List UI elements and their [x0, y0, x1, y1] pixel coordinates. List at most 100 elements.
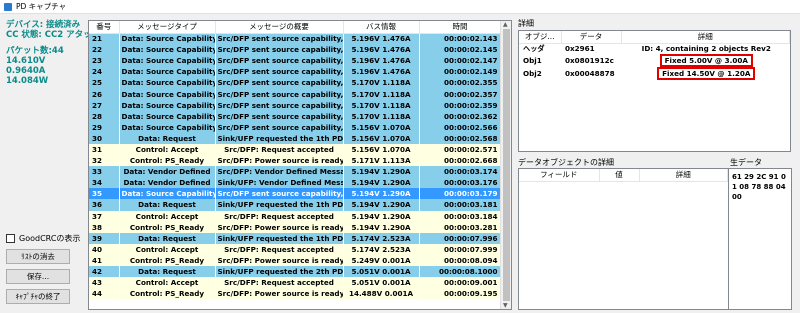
cell-number: 31 — [89, 143, 120, 156]
cell-bus-info: 5.171V 1.113A — [343, 155, 420, 167]
table-row[interactable]: 43 Control: Accept Src/DFP: Request accept… — [89, 277, 502, 289]
cell-message-type: Data: Source Capability — [119, 188, 216, 200]
scroll-down-icon[interactable]: ▼ — [503, 302, 508, 309]
cell-summary: Src/DFP sent source capability, con... — [215, 77, 344, 89]
raw-data-box[interactable]: 61 29 2C 91 01 08 78 88 04 00 — [728, 168, 792, 310]
table-row[interactable]: 36 Data: Request Sink/UFP requested the 1t… — [89, 199, 502, 211]
highlighted-pdo: Fixed 5.00V @ 3.00A — [659, 54, 753, 67]
table-row[interactable]: 32 Control: PS_Ready Src/DFP: Power source… — [89, 155, 502, 167]
table-row[interactable]: 40 Control: Accept Src/DFP: Request accept… — [89, 243, 502, 255]
col-header-summary[interactable]: メッセージの概要 — [215, 21, 344, 34]
scroll-up-icon[interactable]: ▲ — [503, 21, 508, 28]
object-detail-table[interactable]: フィールド 値 詳細 — [518, 168, 729, 310]
detail-col-object[interactable]: オブジ... — [519, 31, 562, 44]
table-row[interactable]: 33 Data: Vendor Defined Src/DFP: Vendor De… — [89, 166, 502, 178]
table-row[interactable]: 37 Control: Accept Src/DFP: Request accept… — [89, 210, 502, 222]
cell-bus-info: 5.051V 0.001A — [343, 265, 420, 278]
goodcrc-checkbox-row[interactable]: GoodCRCの表示 — [6, 233, 80, 244]
objdetail-col-detail[interactable]: 詳細 — [639, 169, 728, 182]
detail-table[interactable]: オブジ... データ 詳細 ヘッダ 0x2961 ID: 4, containing… — [518, 30, 791, 152]
cell-number: 42 — [89, 265, 120, 278]
table-row[interactable]: 23 Data: Source Capability Src/DFP sent so… — [89, 55, 502, 67]
table-row[interactable]: 27 Data: Source Capability Src/DFP sent so… — [89, 99, 502, 111]
cell-time: 00:00:07.996 — [419, 232, 502, 244]
table-row[interactable]: 39 Data: Request Sink/UFP requested the 1t… — [89, 232, 502, 244]
table-row[interactable]: 26 Data: Source Capability Src/DFP sent so… — [89, 88, 502, 100]
detail-row[interactable]: ヘッダ 0x2961 ID: 4, containing 2 objects Rev… — [519, 43, 790, 54]
cell-summary: Src/DFP: Request accepted — [215, 243, 344, 255]
table-row[interactable]: 25 Data: Source Capability Src/DFP sent so… — [89, 77, 502, 89]
cell-number: 26 — [89, 88, 120, 100]
packet-table-scrollbar[interactable]: ▲ ▼ — [500, 21, 511, 309]
table-row[interactable]: 34 Data: Vendor Defined Sink/UFP: Vendor D… — [89, 177, 502, 189]
goodcrc-checkbox[interactable] — [6, 234, 15, 243]
detail-row[interactable]: Obj2 0x00048878 Fixed 14.50V @ 1.20A — [519, 67, 790, 80]
cell-time: 00:00:07.999 — [419, 243, 502, 255]
cell-message-type: Data: Source Capability — [119, 66, 216, 78]
detail-cell-data: 0x0801912c — [565, 56, 614, 65]
col-header-time[interactable]: 時間 — [419, 21, 502, 34]
objdetail-col-field[interactable]: フィールド — [519, 169, 600, 182]
table-row[interactable]: 44 Control: PS_Ready Src/DFP: Power source… — [89, 288, 502, 300]
table-row[interactable]: 24 Data: Source Capability Src/DFP sent so… — [89, 66, 502, 78]
cell-number: 24 — [89, 66, 120, 78]
scrollbar-thumb[interactable] — [503, 29, 510, 301]
cell-message-type: Data: Source Capability — [119, 88, 216, 100]
detail-cell-detail: Fixed 5.00V @ 3.00A — [621, 54, 790, 67]
cell-bus-info: 5.170V 1.118A — [343, 77, 420, 89]
cell-number: 40 — [89, 243, 120, 255]
detail-cell-obj: Obj1 — [523, 56, 542, 65]
cell-summary: Src/DFP: Power source is ready — [215, 288, 344, 300]
cell-message-type: Control: PS_Ready — [119, 155, 216, 167]
packet-table-header: 番号 メッセージタイプ メッセージの概要 バス情報 時間 — [89, 21, 502, 34]
detail-table-header: オブジ... データ 詳細 — [519, 31, 790, 44]
table-row[interactable]: 21 Data: Source Capability Src/DFP sent so… — [89, 33, 502, 45]
table-row[interactable]: 28 Data: Source Capability Src/DFP sent so… — [89, 110, 502, 122]
cell-summary: Src/DFP: Power source is ready — [215, 254, 344, 266]
detail-col-data[interactable]: データ — [561, 31, 622, 44]
object-detail-header: フィールド 値 詳細 — [519, 169, 728, 182]
objdetail-col-value[interactable]: 値 — [599, 169, 640, 182]
table-row[interactable]: 42 Data: Request Sink/UFP requested the 2t… — [89, 265, 502, 278]
detail-row[interactable]: Obj1 0x0801912c Fixed 5.00V @ 3.00A — [519, 54, 790, 67]
cell-number: 35 — [89, 188, 120, 200]
cell-message-type: Data: Source Capability — [119, 44, 216, 56]
col-header-number[interactable]: 番号 — [89, 21, 120, 34]
cell-number: 23 — [89, 55, 120, 67]
cell-summary: Src/DFP: Request accepted — [215, 210, 344, 222]
table-row[interactable]: 31 Control: Accept Src/DFP: Request accept… — [89, 143, 502, 156]
raw-data-label: 生データ — [730, 158, 762, 167]
detail-cell-data: 0x00048878 — [565, 69, 615, 78]
table-row[interactable]: 41 Control: PS_Ready Src/DFP: Power source… — [89, 254, 502, 266]
cell-time: 00:00:02.568 — [419, 132, 502, 144]
detail-cell-data: 0x2961 — [565, 44, 595, 54]
cell-summary: Src/DFP: Power source is ready — [215, 155, 344, 167]
clear-list-button[interactable]: ﾘｽﾄの消去 — [6, 249, 70, 264]
cell-bus-info: 5.156V 1.070A — [343, 121, 420, 133]
cell-summary: Sink/UFP: Vendor Defined Message — [215, 177, 344, 189]
cell-bus-info: 5.194V 1.290A — [343, 166, 420, 178]
cell-bus-info: 5.156V 1.070A — [343, 132, 420, 144]
table-row[interactable]: 38 Control: PS_Ready Src/DFP: Power source… — [89, 221, 502, 233]
stop-capture-button[interactable]: ｷｬﾌﾟﾁｬの終了 — [6, 289, 70, 304]
table-row[interactable]: 35 Data: Source Capability Src/DFP sent so… — [89, 188, 502, 200]
table-row[interactable]: 29 Data: Source Capability Src/DFP sent so… — [89, 121, 502, 133]
save-button[interactable]: 保存... — [6, 269, 70, 284]
cell-time: 00:00:09.195 — [419, 288, 502, 300]
cell-bus-info: 5.196V 1.476A — [343, 44, 420, 56]
packet-table[interactable]: 番号 メッセージタイプ メッセージの概要 バス情報 時間 21 Data: Sou… — [88, 20, 512, 310]
detail-col-detail[interactable]: 詳細 — [621, 31, 790, 44]
cell-time: 00:00:03.181 — [419, 199, 502, 211]
cell-summary: Sink/UFP requested the 1th PDO — [215, 199, 344, 211]
col-header-message-type[interactable]: メッセージタイプ — [119, 21, 216, 34]
cell-message-type: Control: Accept — [119, 210, 216, 222]
cell-message-type: Data: Request — [119, 232, 216, 244]
table-row[interactable]: 22 Data: Source Capability Src/DFP sent so… — [89, 44, 502, 56]
cell-message-type: Data: Vendor Defined — [119, 166, 216, 178]
cell-summary: Src/DFP sent source capability, con... — [215, 88, 344, 100]
table-row[interactable]: 30 Data: Request Sink/UFP requested the 1t… — [89, 132, 502, 144]
status-panel: デバイス: 接続済み CC 状態: CC2 アタッチ パケット数:44 14.6… — [6, 20, 100, 86]
col-header-bus-info[interactable]: バス情報 — [343, 21, 420, 34]
cell-bus-info: 5.194V 1.290A — [343, 177, 420, 189]
cell-summary: Src/DFP: Vendor Defined Message — [215, 166, 344, 178]
